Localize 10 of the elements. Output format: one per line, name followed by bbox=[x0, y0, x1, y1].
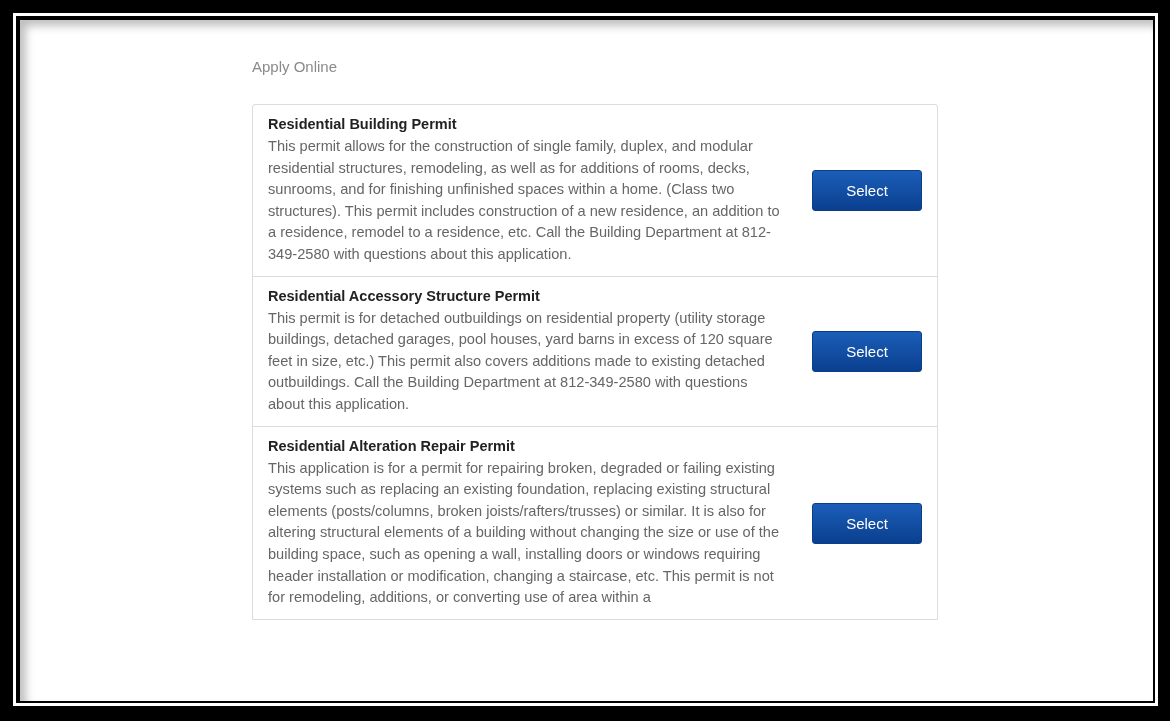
permit-title: Residential Accessory Structure Permit bbox=[268, 287, 541, 304]
permit-title: Residential Alteration Repair Permit bbox=[268, 437, 516, 454]
select-button[interactable]: Select bbox=[812, 502, 922, 544]
permit-description: This application is for a permit for repairing broken, degraded or failing existing systems such as replacing an existing foundation, replacing existing structural elements (posts/columns, broken joists/rafters/trusses) or similar. It is also for altering structural elements of a building without changing the size or use of the building space, such as opening a wall, installing doors or windows requiring header installation or modification, changing a staircase, etc. This permit is not for remodeling, additions, or converting use of area within a bbox=[268, 458, 780, 608]
permit-title: Residential Building Permit bbox=[268, 116, 458, 132]
select-button[interactable]: Select bbox=[812, 331, 922, 373]
permit-description: This permit allows for the construction of single family, duplex, and modular residential structures, remodeling, as well as for additions of rooms, decks, sunrooms, and for finishing unfinished spaces within a home. (Class two structures). This permit includes construction of a new residence, an addition to a residence, remodel to a residence, etc. Call the Building Department at 812-349-2580 with questions about this application. bbox=[268, 137, 780, 264]
permit-description: This permit is for detached outbuildings on residential property (utility storage buildings, detached garages, pool houses, yard barns in excess of 120 square feet in size, etc.) This permit also covers additions made to existing detached outbuildings. Call the Building Department at 812-349-2580 with questions about this application. bbox=[268, 308, 774, 414]
page-heading: Apply Online bbox=[252, 58, 339, 75]
select-button[interactable]: Select bbox=[812, 170, 922, 212]
